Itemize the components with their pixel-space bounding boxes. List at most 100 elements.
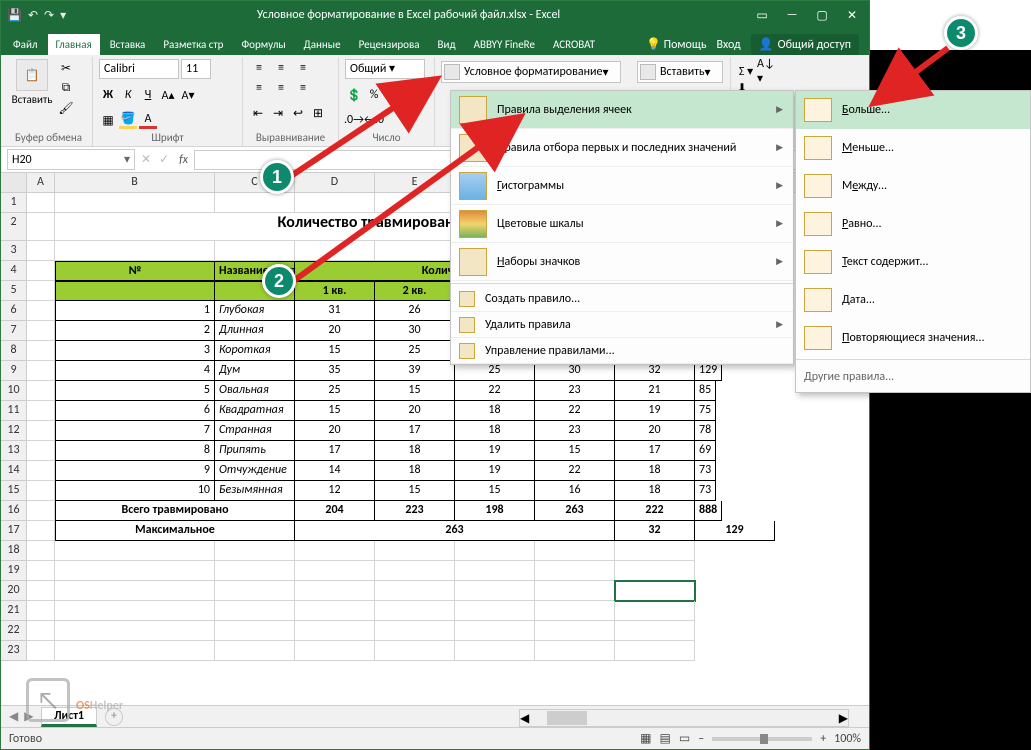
tell-me[interactable]: 💡 Помощь — [646, 37, 707, 52]
tab-home[interactable]: Главная — [48, 34, 100, 55]
view-break-icon[interactable]: ▭ — [679, 731, 690, 746]
tab-insert[interactable]: Вставка — [102, 34, 154, 55]
cell[interactable] — [27, 193, 55, 213]
percent-icon[interactable]: % — [365, 86, 383, 104]
ribbon-options-icon[interactable]: ▭ — [749, 5, 775, 25]
cf-clear-rules[interactable]: Удалить правила▶ — [451, 312, 793, 338]
cf-highlight-rules[interactable]: Правила выделения ячеек▶ — [451, 91, 793, 129]
zoom-out-icon[interactable]: – — [698, 732, 704, 746]
cells-insert-button[interactable]: Вставить ▾ — [637, 61, 723, 83]
align-bottom-icon[interactable]: ≡ — [293, 59, 313, 77]
row-head[interactable]: 1 — [1, 193, 27, 213]
bold-icon[interactable]: Ж — [99, 86, 117, 104]
increase-indent-icon[interactable]: ⇥ — [269, 104, 287, 122]
row-head[interactable]: 3 — [1, 241, 27, 261]
cell[interactable] — [295, 193, 375, 213]
cf-more-rules[interactable]: Другие правила... — [796, 362, 1030, 392]
font-color-icon[interactable]: A — [139, 111, 157, 129]
tab-view[interactable]: Вид — [430, 34, 464, 55]
select-all[interactable] — [1, 173, 27, 192]
cell[interactable] — [295, 241, 375, 261]
tab-abbyy[interactable]: ABBYY FineRe — [466, 34, 543, 55]
qat-more-icon[interactable]: ▾ — [60, 8, 66, 23]
redo-icon[interactable]: ↷ — [44, 8, 54, 23]
copy-icon[interactable]: ⧉ — [57, 79, 75, 97]
increase-font-icon[interactable]: A▴ — [159, 86, 177, 104]
cut-icon[interactable]: ✂ — [57, 59, 75, 77]
cf-manage-rules[interactable]: Управление правилами... — [451, 338, 793, 364]
sort-filter-icon[interactable]: A↓ ▾ — [757, 62, 775, 80]
cf-new-rule[interactable]: Создать правило... — [451, 286, 793, 312]
align-left-icon[interactable]: ≡ — [249, 79, 269, 97]
col-head-B[interactable]: B — [55, 173, 215, 192]
cell[interactable] — [55, 241, 215, 261]
underline-icon[interactable]: Ч — [139, 86, 157, 104]
cf-data-bars[interactable]: ГГистограммыистограммы▶ — [451, 167, 793, 205]
tab-layout[interactable]: Разметка стр — [155, 34, 231, 55]
number-format-select[interactable]: Общий ▾ — [345, 59, 425, 79]
share-button[interactable]: 👤 Общий доступ — [751, 34, 859, 55]
inc-decimals-icon[interactable]: .0→ — [345, 111, 363, 129]
tab-review[interactable]: Рецензирова — [351, 34, 428, 55]
italic-icon[interactable]: К — [119, 86, 137, 104]
cf-between[interactable]: Между...Между... — [796, 167, 1030, 205]
chevron-down-icon[interactable]: ▾ — [124, 152, 130, 167]
thousands-icon[interactable]: 000 — [385, 86, 403, 104]
tab-file[interactable]: Файл — [5, 34, 46, 55]
cf-date[interactable]: Дата...Дата... — [796, 281, 1030, 319]
fx-icon[interactable]: fx — [173, 153, 194, 167]
size-select[interactable]: 11 — [181, 59, 211, 79]
cell[interactable] — [215, 241, 295, 261]
currency-icon[interactable]: 💲 — [345, 86, 363, 104]
cf-greater-than[interactable]: Больше...Больше... — [796, 91, 1030, 129]
tab-acrobat[interactable]: ACROBAT — [545, 34, 603, 55]
dec-decimals-icon[interactable]: ←.0 — [365, 111, 383, 129]
align-middle-icon[interactable]: ≡ — [271, 59, 291, 77]
close-icon[interactable]: ✕ — [839, 5, 865, 25]
cf-less-than[interactable]: Меньше...Меньше... — [796, 129, 1030, 167]
tab-data[interactable]: Данные — [296, 34, 349, 55]
cf-duplicates[interactable]: Повторяющиеся значения...Повторяющиеся з… — [796, 319, 1030, 357]
paste-button[interactable]: 📋 Вставить — [11, 59, 53, 106]
tab-formulas[interactable]: Формулы — [233, 34, 293, 55]
cf-text-contains[interactable]: Текст содержит...Текст содержит... — [796, 243, 1030, 281]
sheet-prev-icon[interactable]: ◀ — [9, 709, 18, 724]
merge-icon[interactable]: ⊞ — [309, 104, 327, 122]
cell[interactable] — [55, 193, 215, 213]
view-layout-icon[interactable]: ▤ — [660, 731, 671, 746]
decrease-font-icon[interactable]: A▾ — [179, 86, 197, 104]
col-head-E[interactable]: E — [375, 173, 455, 192]
autosum-icon[interactable]: Σ ▾ — [737, 62, 755, 80]
cell[interactable] — [27, 241, 55, 261]
hscroll[interactable]: ◀▶ — [519, 709, 849, 727]
sign-in[interactable]: Вход — [716, 38, 740, 52]
col-head-A[interactable]: A — [27, 173, 55, 192]
cf-color-scales[interactable]: Цветовые шкалы▶ — [451, 205, 793, 243]
view-normal-icon[interactable]: ▦ — [640, 731, 651, 746]
cell[interactable] — [375, 193, 455, 213]
zoom-level[interactable]: 100% — [834, 732, 861, 746]
zoom-in-icon[interactable]: + — [820, 732, 826, 746]
undo-icon[interactable]: ↶ — [28, 8, 38, 23]
align-top-icon[interactable]: ≡ — [249, 59, 269, 77]
wrap-text-icon[interactable]: ↩ — [289, 104, 307, 122]
col-head-D[interactable]: D — [295, 173, 375, 192]
save-icon[interactable]: 💾 — [7, 8, 22, 23]
align-center-icon[interactable]: ≡ — [271, 79, 291, 97]
font-select[interactable]: Calibri — [99, 59, 179, 79]
conditional-formatting-button[interactable]: Условное форматирование ▾ — [441, 61, 621, 83]
cf-equal-to[interactable]: Равно...Равно... — [796, 205, 1030, 243]
cell[interactable] — [375, 241, 455, 261]
cancel-fx-icon[interactable]: ✕ — [137, 152, 155, 167]
cell[interactable] — [215, 193, 295, 213]
align-right-icon[interactable]: ≡ — [293, 79, 313, 97]
minimize-icon[interactable]: — — [779, 5, 805, 25]
fill-color-icon[interactable]: 🪣 — [119, 111, 137, 129]
name-box[interactable]: H20▾ — [7, 149, 135, 170]
cf-icon-sets[interactable]: Наборы значковНаборы значков▶ — [451, 243, 793, 281]
maximize-icon[interactable]: ▢ — [809, 5, 835, 25]
border-icon[interactable]: ▦ — [99, 111, 117, 129]
decrease-indent-icon[interactable]: ⇤ — [249, 104, 267, 122]
enter-fx-icon[interactable]: ✓ — [155, 152, 173, 167]
zoom-slider[interactable] — [712, 737, 812, 741]
